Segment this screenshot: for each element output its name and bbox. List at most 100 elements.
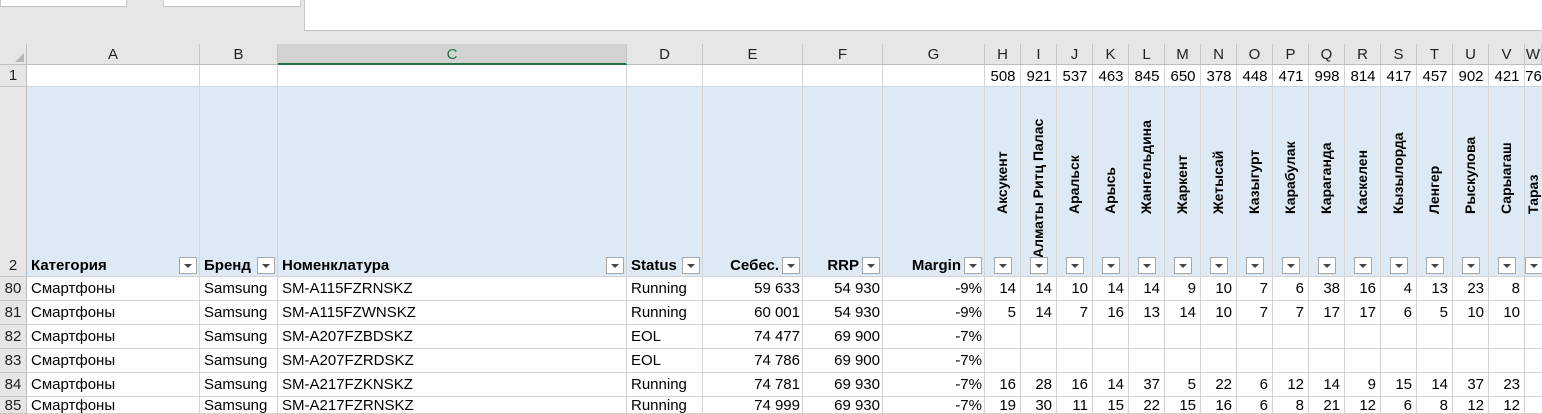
- cell-stock[interactable]: 7: [1057, 301, 1093, 325]
- cell-stock[interactable]: [1345, 349, 1381, 373]
- cell-stock[interactable]: 14: [1165, 301, 1201, 325]
- cell-stock[interactable]: 23: [1489, 373, 1525, 397]
- cell-stock[interactable]: 22: [1201, 373, 1237, 397]
- cell-stock[interactable]: 10: [1057, 277, 1093, 301]
- row1-value[interactable]: 457: [1417, 66, 1453, 87]
- cell-stock[interactable]: 12: [1489, 397, 1525, 414]
- column-header-f[interactable]: F: [803, 44, 883, 65]
- row1-value[interactable]: 998: [1309, 66, 1345, 87]
- cell-stock[interactable]: [1345, 325, 1381, 349]
- row-header-80[interactable]: 80: [0, 277, 27, 301]
- cell-stock[interactable]: [1165, 325, 1201, 349]
- cell-category[interactable]: Смартфоны: [27, 373, 200, 397]
- cell-stock[interactable]: [1165, 349, 1201, 373]
- cell-stock[interactable]: 13: [1417, 277, 1453, 301]
- cell-stock[interactable]: 16: [1057, 373, 1093, 397]
- column-header-r[interactable]: R: [1345, 44, 1381, 65]
- cell-rrp[interactable]: 54 930: [803, 277, 883, 301]
- cell-stock[interactable]: 7: [1273, 301, 1309, 325]
- cell-stock[interactable]: [1453, 325, 1489, 349]
- cell-cost[interactable]: 74 786: [703, 349, 803, 373]
- column-header-l[interactable]: L: [1129, 44, 1165, 65]
- cell-stock[interactable]: [1525, 301, 1542, 325]
- filter-dropdown-city[interactable]: [1246, 257, 1264, 274]
- cell-stock[interactable]: 10: [1489, 301, 1525, 325]
- cell-stock[interactable]: 5: [985, 301, 1021, 325]
- cell-stock[interactable]: 4: [1381, 277, 1417, 301]
- cell-stock[interactable]: 8: [1417, 397, 1453, 414]
- cell-sku[interactable]: SM-A217FZKNSKZ: [278, 373, 627, 397]
- cell-stock[interactable]: 6: [1381, 301, 1417, 325]
- cell-brand[interactable]: Samsung: [200, 373, 278, 397]
- row-header-81[interactable]: 81: [0, 301, 27, 325]
- cell-category[interactable]: Смартфоны: [27, 301, 200, 325]
- cell-stock[interactable]: 15: [1381, 373, 1417, 397]
- filter-dropdown-city[interactable]: [1318, 257, 1336, 274]
- cell-status[interactable]: Running: [627, 301, 703, 325]
- column-header-m[interactable]: M: [1165, 44, 1201, 65]
- cell-stock[interactable]: 14: [1021, 301, 1057, 325]
- cell-stock[interactable]: 37: [1453, 373, 1489, 397]
- cell-stock[interactable]: [1417, 349, 1453, 373]
- cell-stock[interactable]: 15: [1165, 397, 1201, 414]
- cell-stock[interactable]: 10: [1201, 277, 1237, 301]
- cell-stock[interactable]: [1237, 325, 1273, 349]
- cell-margin[interactable]: -9%: [883, 301, 985, 325]
- cell-stock[interactable]: [1273, 349, 1309, 373]
- column-header-q[interactable]: Q: [1309, 44, 1345, 65]
- cell-status[interactable]: Running: [627, 277, 703, 301]
- cell-stock[interactable]: [1057, 325, 1093, 349]
- cell-stock[interactable]: [1021, 325, 1057, 349]
- select-all-corner[interactable]: [0, 44, 27, 65]
- column-header-i[interactable]: I: [1021, 44, 1057, 65]
- filter-dropdown-city[interactable]: [1102, 257, 1120, 274]
- column-header-k[interactable]: K: [1093, 44, 1129, 65]
- cell-status[interactable]: EOL: [627, 349, 703, 373]
- row1-value[interactable]: 650: [1165, 66, 1201, 87]
- cell-stock[interactable]: 16: [1201, 397, 1237, 414]
- cell-category[interactable]: Смартфоны: [27, 397, 200, 414]
- row-header-2[interactable]: 2: [0, 87, 27, 277]
- row-header-84[interactable]: 84: [0, 373, 27, 397]
- row1-value[interactable]: 471: [1273, 66, 1309, 87]
- cell-stock[interactable]: [1525, 277, 1542, 301]
- cell-margin[interactable]: -7%: [883, 373, 985, 397]
- column-header-d[interactable]: D: [627, 44, 703, 65]
- column-header-b[interactable]: B: [200, 44, 278, 65]
- filter-dropdown-city[interactable]: [1138, 257, 1156, 274]
- row1-value[interactable]: 845: [1129, 66, 1165, 87]
- cell-stock[interactable]: 9: [1165, 277, 1201, 301]
- row1-value[interactable]: 448: [1237, 66, 1273, 87]
- cell-sku[interactable]: SM-A207FZRDSKZ: [278, 349, 627, 373]
- cell-rrp[interactable]: 69 900: [803, 349, 883, 373]
- column-header-j[interactable]: J: [1057, 44, 1093, 65]
- cell-stock[interactable]: 10: [1453, 301, 1489, 325]
- column-header-c[interactable]: C: [278, 44, 627, 65]
- cell-stock[interactable]: [1129, 325, 1165, 349]
- row-header-82[interactable]: 82: [0, 325, 27, 349]
- cell-stock[interactable]: 16: [985, 373, 1021, 397]
- cell-stock[interactable]: 17: [1345, 301, 1381, 325]
- cell-stock[interactable]: [1021, 349, 1057, 373]
- filter-dropdown-city[interactable]: [1462, 257, 1480, 274]
- cell-stock[interactable]: 13: [1129, 301, 1165, 325]
- column-header-e[interactable]: E: [703, 44, 803, 65]
- cell-rrp[interactable]: 69 930: [803, 397, 883, 414]
- filter-dropdown-city[interactable]: [1390, 257, 1408, 274]
- cell-stock[interactable]: 8: [1489, 277, 1525, 301]
- cell-sku[interactable]: SM-A115FZWNSKZ: [278, 301, 627, 325]
- cell-stock[interactable]: 30: [1021, 397, 1057, 414]
- cell-stock[interactable]: 6: [1381, 397, 1417, 414]
- filter-dropdown-city[interactable]: [1426, 257, 1444, 274]
- row1-value[interactable]: 814: [1345, 66, 1381, 87]
- cell-stock[interactable]: 17: [1309, 301, 1345, 325]
- column-header-v[interactable]: V: [1489, 44, 1525, 65]
- cell-stock[interactable]: [1309, 325, 1345, 349]
- row1-value[interactable]: 921: [1021, 66, 1057, 87]
- filter-dropdown-city[interactable]: [1498, 257, 1516, 274]
- filter-dropdown-category[interactable]: [179, 257, 197, 274]
- cell-stock[interactable]: 14: [1093, 277, 1129, 301]
- cell-stock[interactable]: 9: [1345, 373, 1381, 397]
- cell-stock[interactable]: [1273, 325, 1309, 349]
- cell-stock[interactable]: [1093, 325, 1129, 349]
